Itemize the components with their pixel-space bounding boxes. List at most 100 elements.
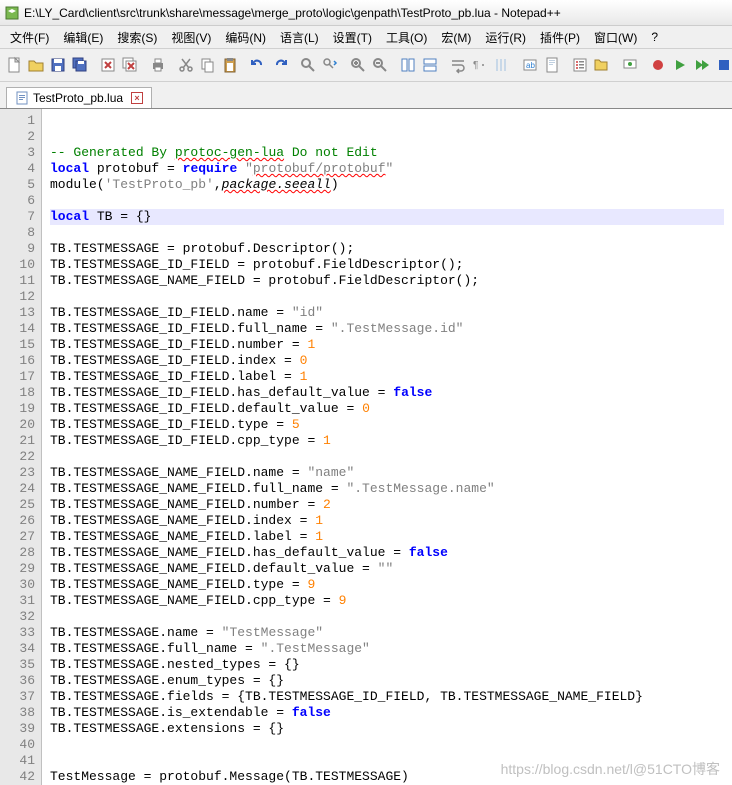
menu-item[interactable]: 运行(R) <box>479 27 532 48</box>
code-line[interactable]: TB.TESTMESSAGE_ID_FIELD.type = 5 <box>50 417 724 433</box>
sync-v-icon[interactable] <box>398 54 418 76</box>
code-line[interactable]: TB.TESTMESSAGE_NAME_FIELD.has_default_va… <box>50 545 724 561</box>
line-number: 9 <box>2 241 35 257</box>
code-line[interactable] <box>50 737 724 753</box>
code-line[interactable] <box>50 289 724 305</box>
code-line[interactable]: local TB = {} <box>50 209 724 225</box>
line-number: 5 <box>2 177 35 193</box>
record-icon[interactable] <box>648 54 668 76</box>
menu-item[interactable]: 宏(M) <box>435 27 477 48</box>
menu-item[interactable]: 插件(P) <box>534 27 586 48</box>
undo-icon[interactable] <box>248 54 268 76</box>
play-multi-icon[interactable] <box>692 54 712 76</box>
line-number: 29 <box>2 561 35 577</box>
zoom-out-icon[interactable] <box>370 54 390 76</box>
menu-item[interactable]: 搜索(S) <box>111 27 163 48</box>
close-file-icon[interactable] <box>98 54 118 76</box>
code-line[interactable]: TB.TESTMESSAGE_NAME_FIELD.default_value … <box>50 561 724 577</box>
zoom-in-icon[interactable] <box>348 54 368 76</box>
copy-icon[interactable] <box>198 54 218 76</box>
line-number: 12 <box>2 289 35 305</box>
code-line[interactable]: TB.TESTMESSAGE.is_extendable = false <box>50 705 724 721</box>
line-number: 40 <box>2 737 35 753</box>
code-line[interactable]: TB.TESTMESSAGE_ID_FIELD.default_value = … <box>50 401 724 417</box>
stop-icon[interactable] <box>714 54 732 76</box>
line-number: 31 <box>2 593 35 609</box>
menu-item[interactable]: 窗口(W) <box>588 27 643 48</box>
paste-icon[interactable] <box>220 54 240 76</box>
folder-tree-icon[interactable] <box>592 54 612 76</box>
find-icon[interactable] <box>298 54 318 76</box>
replace-icon[interactable] <box>320 54 340 76</box>
code-line[interactable]: TB.TESTMESSAGE_NAME_FIELD.cpp_type = 9 <box>50 593 724 609</box>
code-line[interactable]: TB.TESTMESSAGE_NAME_FIELD.label = 1 <box>50 529 724 545</box>
code-line[interactable]: TB.TESTMESSAGE_NAME_FIELD.name = "name" <box>50 465 724 481</box>
code-line[interactable]: TB.TESTMESSAGE.enum_types = {} <box>50 673 724 689</box>
file-tab[interactable]: TestProto_pb.lua × <box>6 87 152 108</box>
code-line[interactable]: TB.TESTMESSAGE_NAME_FIELD.full_name = ".… <box>50 481 724 497</box>
play-icon[interactable] <box>670 54 690 76</box>
indent-guide-icon[interactable] <box>492 54 512 76</box>
code-line[interactable]: TB.TESTMESSAGE_ID_FIELD.cpp_type = 1 <box>50 433 724 449</box>
code-line[interactable]: TB.TESTMESSAGE.name = "TestMessage" <box>50 625 724 641</box>
code-line[interactable]: -- Generated By protoc-gen-lua Do not Ed… <box>50 145 724 161</box>
sync-h-icon[interactable] <box>420 54 440 76</box>
code-line[interactable]: TB.TESTMESSAGE_ID_FIELD.full_name = ".Te… <box>50 321 724 337</box>
lang-icon[interactable]: ab <box>520 54 540 76</box>
wrap-icon[interactable] <box>448 54 468 76</box>
code-line[interactable]: TB.TESTMESSAGE.full_name = ".TestMessage… <box>50 641 724 657</box>
app-icon <box>4 5 20 21</box>
cut-icon[interactable] <box>176 54 196 76</box>
doc-map-icon[interactable] <box>542 54 562 76</box>
line-number: 22 <box>2 449 35 465</box>
function-list-icon[interactable] <box>570 54 590 76</box>
line-number: 24 <box>2 481 35 497</box>
save-file-icon[interactable] <box>48 54 68 76</box>
redo-icon[interactable] <box>270 54 290 76</box>
line-number: 8 <box>2 225 35 241</box>
tab-close-icon[interactable]: × <box>131 92 143 104</box>
menu-item[interactable]: 语言(L) <box>274 27 325 48</box>
code-line[interactable] <box>50 225 724 241</box>
line-number: 42 <box>2 769 35 785</box>
code-line[interactable] <box>50 609 724 625</box>
code-line[interactable]: TB.TESTMESSAGE.fields = {TB.TESTMESSAGE_… <box>50 689 724 705</box>
menu-item[interactable]: 编码(N) <box>219 27 272 48</box>
line-number: 6 <box>2 193 35 209</box>
code-line[interactable]: local protobuf = require "protobuf/proto… <box>50 161 724 177</box>
menu-item[interactable]: 视图(V) <box>165 27 217 48</box>
code-line[interactable]: TB.TESTMESSAGE.extensions = {} <box>50 721 724 737</box>
code-line[interactable]: TB.TESTMESSAGE_ID_FIELD.has_default_valu… <box>50 385 724 401</box>
line-number: 19 <box>2 401 35 417</box>
code-line[interactable]: TB.TESTMESSAGE_NAME_FIELD.type = 9 <box>50 577 724 593</box>
code-line[interactable]: TB.TESTMESSAGE_ID_FIELD.number = 1 <box>50 337 724 353</box>
code-line[interactable]: TB.TESTMESSAGE.nested_types = {} <box>50 657 724 673</box>
code-line[interactable]: TB.TESTMESSAGE_NAME_FIELD = protobuf.Fie… <box>50 273 724 289</box>
line-number: 15 <box>2 337 35 353</box>
code-line[interactable]: TB.TESTMESSAGE_ID_FIELD = protobuf.Field… <box>50 257 724 273</box>
show-all-icon[interactable]: ¶ <box>470 54 490 76</box>
print-icon[interactable] <box>148 54 168 76</box>
menu-item[interactable]: 设置(T) <box>327 27 378 48</box>
menu-item[interactable]: 编辑(E) <box>57 27 109 48</box>
monitor-icon[interactable] <box>620 54 640 76</box>
code-line[interactable] <box>50 193 724 209</box>
code-line[interactable]: TB.TESTMESSAGE = protobuf.Descriptor(); <box>50 241 724 257</box>
new-file-icon[interactable] <box>4 54 24 76</box>
code-line[interactable]: TB.TESTMESSAGE_ID_FIELD.index = 0 <box>50 353 724 369</box>
close-all-icon[interactable] <box>120 54 140 76</box>
save-all-icon[interactable] <box>70 54 90 76</box>
code-line[interactable]: module('TestProto_pb',package.seeall) <box>50 177 724 193</box>
code-content[interactable]: -- Generated By protoc-gen-lua Do not Ed… <box>42 109 732 785</box>
code-line[interactable]: TB.TESTMESSAGE_ID_FIELD.name = "id" <box>50 305 724 321</box>
open-file-icon[interactable] <box>26 54 46 76</box>
code-line[interactable]: TB.TESTMESSAGE_NAME_FIELD.number = 2 <box>50 497 724 513</box>
code-line[interactable]: TB.TESTMESSAGE_NAME_FIELD.index = 1 <box>50 513 724 529</box>
code-line[interactable]: TB.TESTMESSAGE_ID_FIELD.label = 1 <box>50 369 724 385</box>
menu-item[interactable]: 工具(O) <box>380 27 433 48</box>
menu-item[interactable]: 文件(F) <box>4 27 55 48</box>
code-line[interactable] <box>50 449 724 465</box>
menu-bar: 文件(F)编辑(E)搜索(S)视图(V)编码(N)语言(L)设置(T)工具(O)… <box>0 26 732 48</box>
menu-item[interactable]: ? <box>645 28 664 46</box>
line-number: 27 <box>2 529 35 545</box>
